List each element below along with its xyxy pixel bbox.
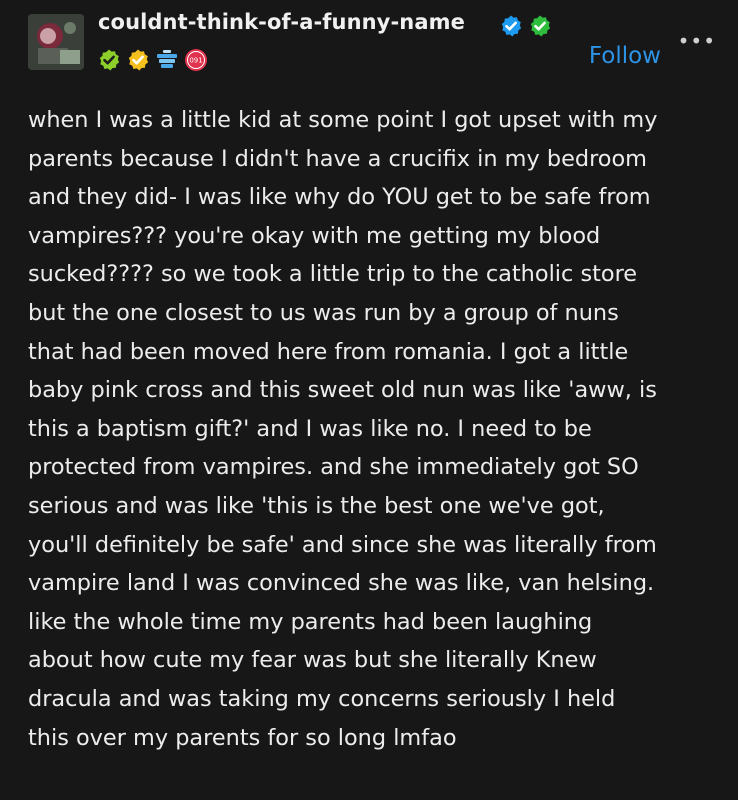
verified-blue-badge-icon[interactable] <box>499 14 523 38</box>
badge-row: 091 <box>97 48 208 72</box>
blue-stack-badge-icon[interactable] <box>155 48 179 72</box>
post-body-text: when I was a little kid at some point I … <box>28 107 658 751</box>
counter-badge-text: 091 <box>189 57 202 65</box>
avatar[interactable] <box>28 14 84 70</box>
follow-button[interactable]: Follow <box>589 43 661 69</box>
yellow-checkmark-badge-icon[interactable] <box>126 48 150 72</box>
avatar-image <box>28 14 84 70</box>
more-options-icon[interactable]: ••• <box>678 31 716 51</box>
name-badges <box>499 14 552 38</box>
green-checkmark-badge-icon[interactable] <box>97 48 121 72</box>
red-counter-badge-icon[interactable]: 091 <box>184 48 208 72</box>
username[interactable]: couldnt-think-of-a-funny-name <box>98 10 465 34</box>
post-card: couldnt-think-of-a-funny-name 091 Follow… <box>0 0 738 800</box>
verified-green-badge-icon[interactable] <box>528 14 552 38</box>
